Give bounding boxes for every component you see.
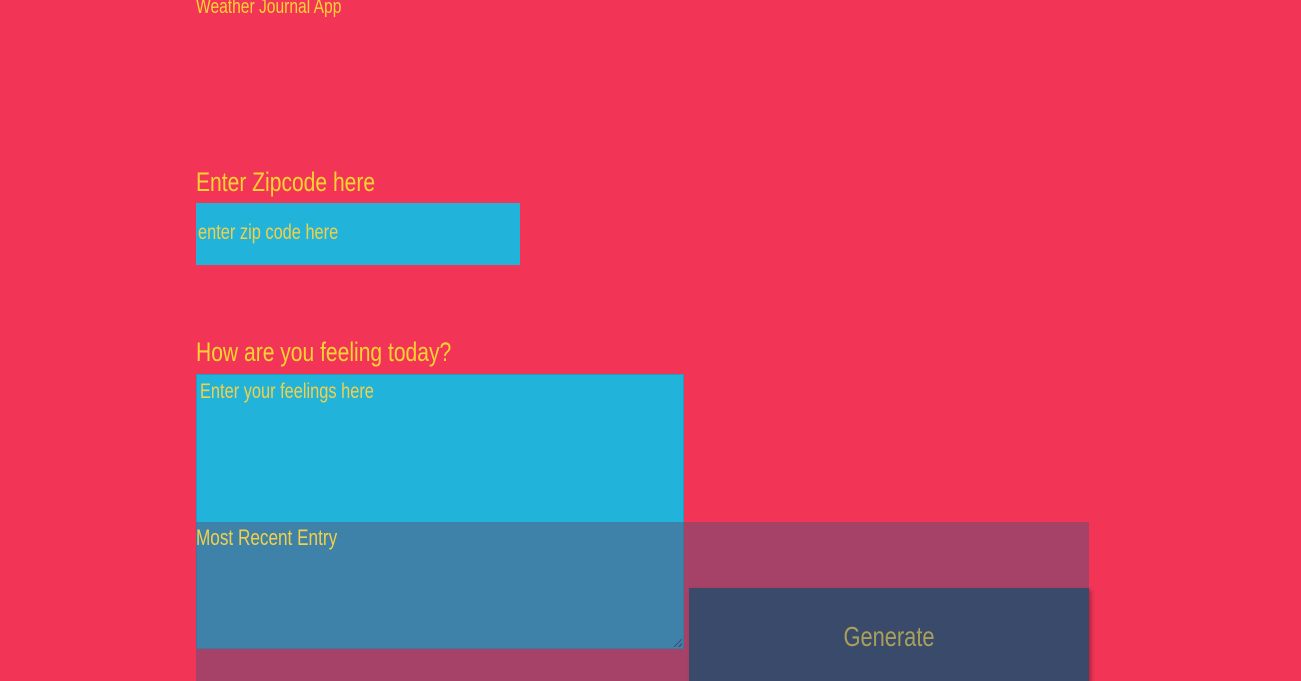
feelings-label: How are you feeling today? [196,337,452,367]
recent-entry-title: Most Recent Entry [196,525,338,550]
feelings-placeholder: Enter your feelings here [200,380,374,403]
zip-label: Enter Zipcode here [196,167,376,197]
weather-journal-page: Weather Journal App Enter Zipcode here e… [0,0,1301,681]
generate-button-label: Generate [843,621,935,652]
app-title: Weather Journal App [196,0,342,18]
zip-placeholder: enter zip code here [198,221,339,244]
zip-input[interactable]: enter zip code here [196,203,520,265]
generate-button[interactable]: Generate [689,588,1089,681]
